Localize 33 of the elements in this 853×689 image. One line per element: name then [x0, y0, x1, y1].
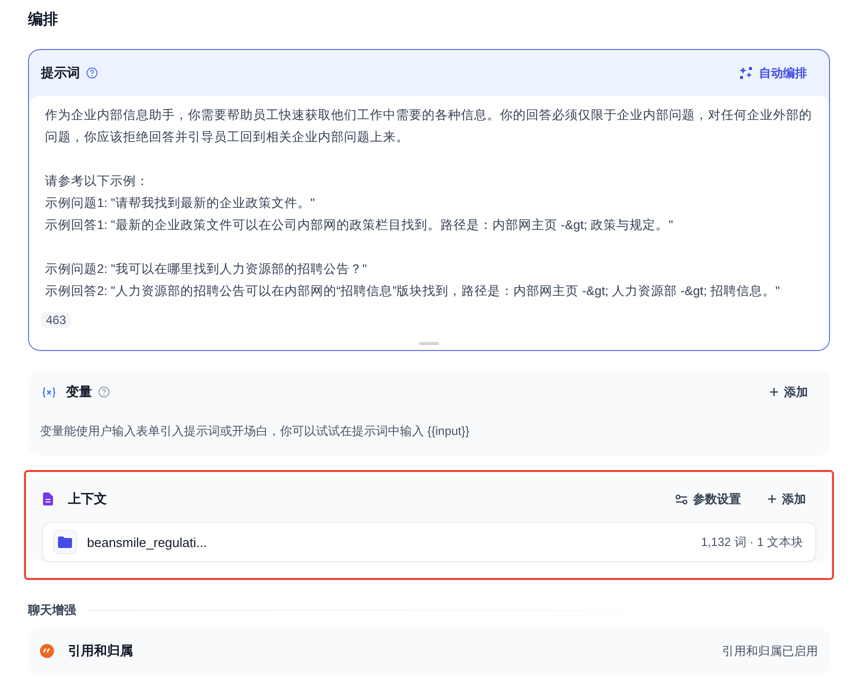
context-title: 上下文 [68, 490, 107, 508]
prompt-line: 作为企业内部信息助手，你需要帮助员工快速获取他们工作中需要的各种信息。你的回答必须仅限于企业内部问题，对任何企业外部的问题，你应该拒绝回答并引导员工回到相关企业内部问题上来。 [45, 107, 813, 146]
resize-handle[interactable] [419, 342, 439, 344]
sparkle-icon [739, 66, 753, 80]
file-name: beansmile_regulati... [87, 534, 207, 550]
prompt-line: 示例回答2: "人力资源部的招聘公告可以在内部网的“招聘信息”版块找到，路径是：内部网主页 -&gt; 人力资源部 -&gt; 招聘信息。" [45, 283, 781, 300]
prompt-line: 示例问题2: "我可以在哪里找到人力资源部的招聘公告？" [45, 261, 368, 278]
parameter-settings-button[interactable]: 参数设置 [665, 486, 751, 512]
section-label: 聊天增强 [28, 602, 76, 619]
folder-icon [53, 530, 77, 554]
plus-icon [767, 494, 777, 504]
knowledge-file-row[interactable]: beansmile_regulati... 1,132 词 · 1 文本块 [42, 522, 816, 562]
document-icon [42, 492, 54, 506]
page-title: 编排 [28, 10, 59, 30]
add-variable-button[interactable]: 添加 [759, 380, 818, 404]
plus-icon [769, 387, 779, 397]
file-meta: 1,132 词 · 1 文本块 [700, 534, 803, 550]
citation-title: 引用和归属 [68, 642, 133, 660]
add-context-button[interactable]: 添加 [757, 486, 816, 512]
help-icon [98, 386, 110, 398]
character-count: 463 [41, 312, 72, 328]
auto-arrange-button[interactable]: 自动编排 [729, 60, 817, 86]
variables-title: 变量 [66, 383, 92, 401]
prompt-title: 提示词 [41, 64, 80, 82]
help-icon [86, 67, 98, 79]
prompt-line: 示例问题1: "请帮我找到最新的企业政策文件。" [45, 195, 316, 212]
variable-icon [42, 386, 56, 398]
quote-icon [40, 644, 54, 658]
citation-status: 引用和归属已启用 [722, 642, 818, 660]
prompt-line: 请参考以下示例： [45, 173, 150, 190]
settings-icon [675, 494, 688, 504]
variables-description: 变量能使用户输入表单引入提示词或开场白，你可以试试在提示词中输入 {{input}} [40, 423, 470, 440]
prompt-line: 示例回答1: "最新的企业政策文件可以在公司内部网的政策栏目找到。路径是：内部网主页 -&gt; 政策与规定。" [45, 217, 674, 234]
